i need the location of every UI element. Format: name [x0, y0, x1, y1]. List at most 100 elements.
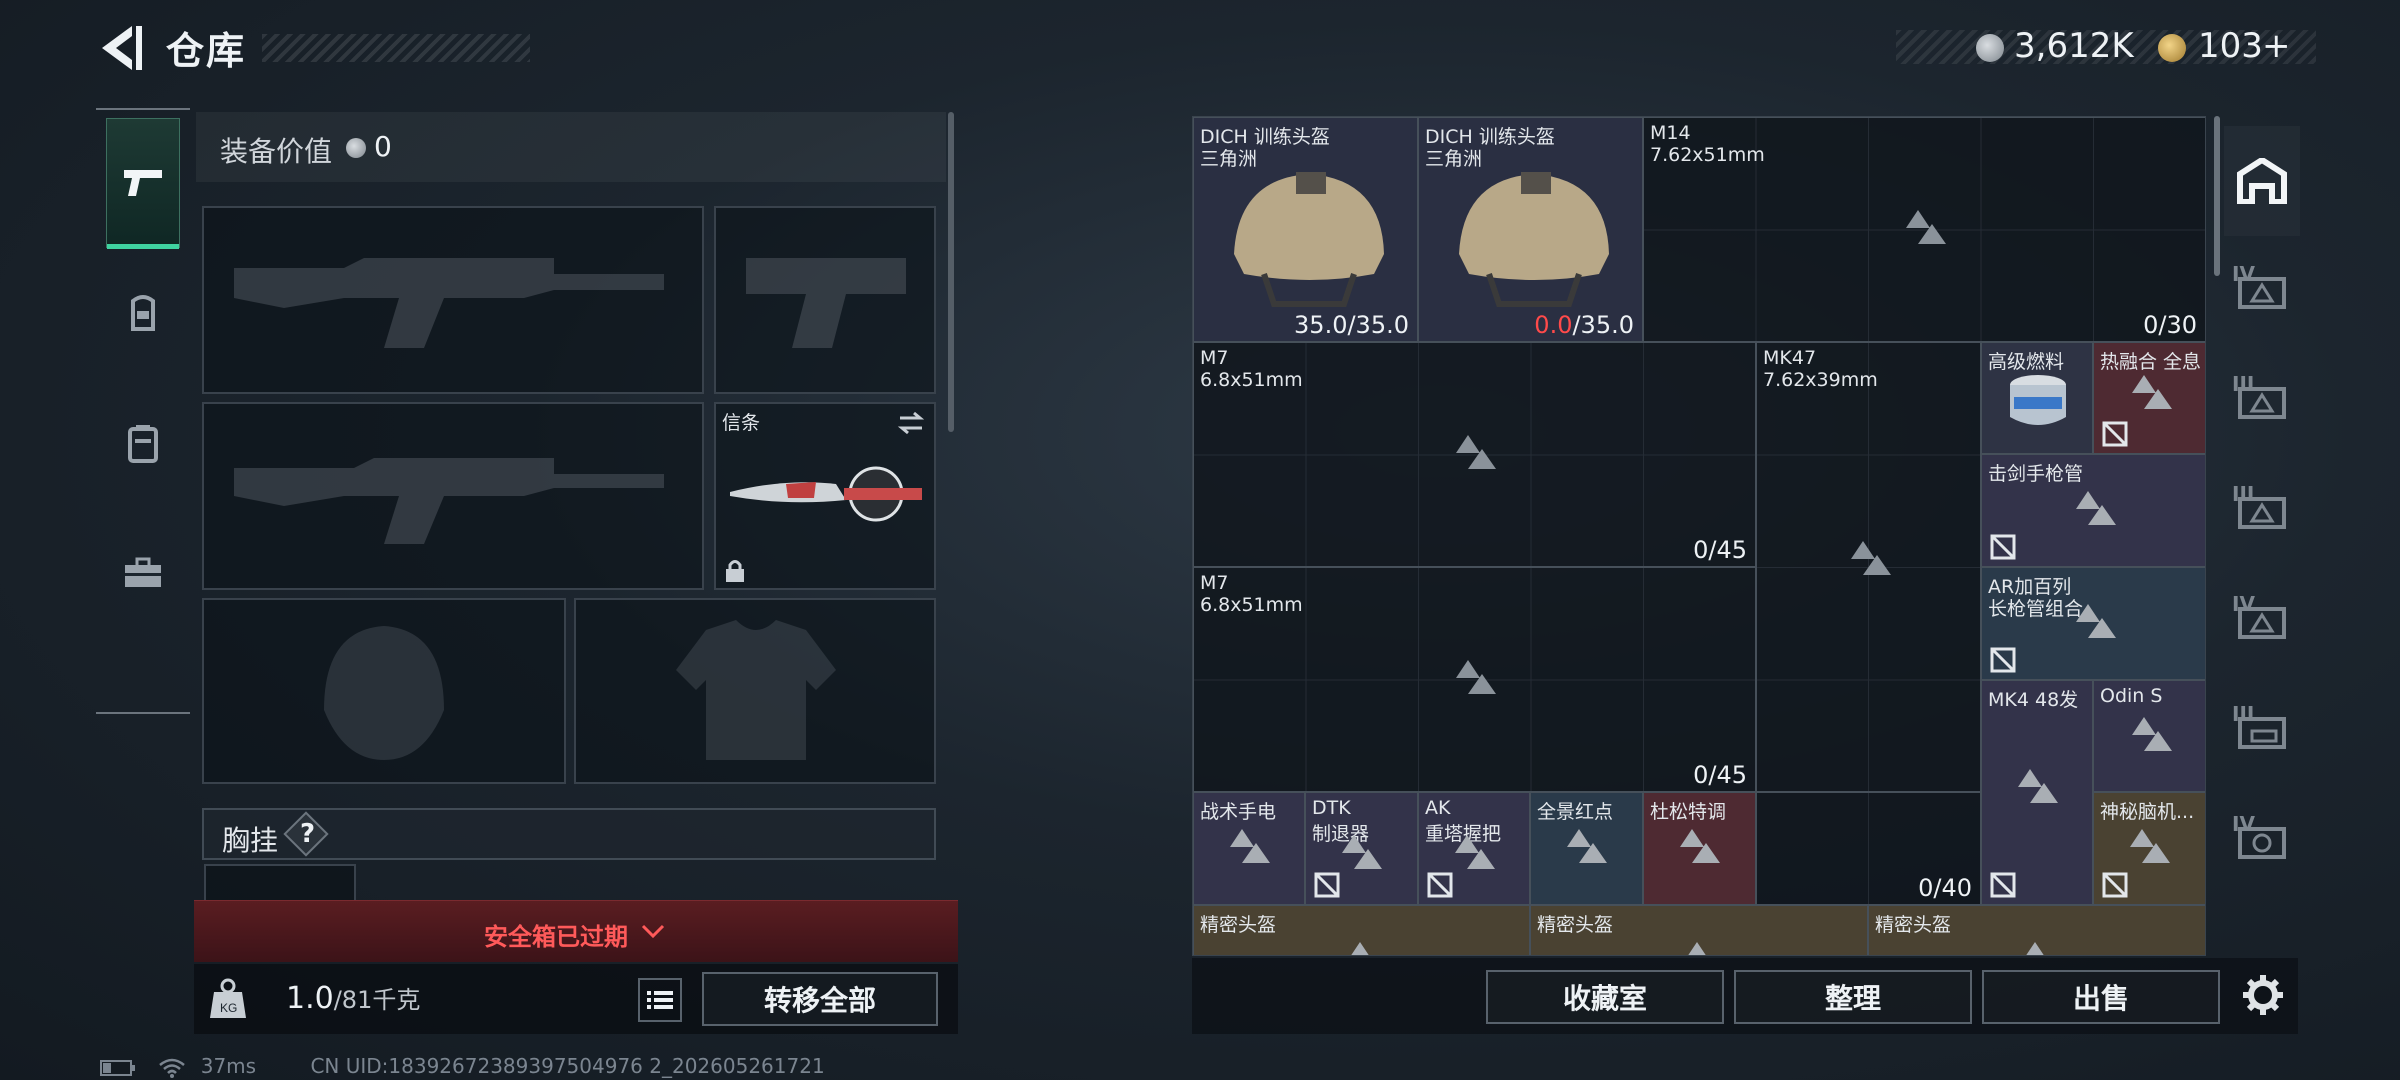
placeholder-icon [2130, 829, 2170, 863]
coin-icon [346, 138, 366, 158]
nav-armor[interactable] [106, 248, 180, 378]
weight-icon: KG [208, 976, 252, 1020]
helmet-icon [1234, 172, 1384, 307]
no-insurance-icon [1314, 872, 1340, 898]
grid-item[interactable]: 击剑手枪管 [1981, 454, 2205, 567]
sell-button[interactable]: 出售 [1982, 970, 2220, 1024]
stash-tabs: IV III III IV III IV [2224, 116, 2300, 1036]
knife-icon [730, 466, 922, 522]
grid-scrollbar[interactable] [2214, 116, 2220, 276]
placeholder-icon [2026, 942, 2044, 955]
grid-item[interactable]: 神秘脑机... [2093, 792, 2205, 905]
collection-button[interactable]: 收藏室 [1486, 970, 1724, 1024]
grid-item[interactable]: 0/40 [1756, 792, 1981, 905]
home-icon [2237, 158, 2287, 204]
grid-item[interactable]: 精密头盔 [1193, 905, 1530, 955]
grid-item[interactable]: DICH 训练头盔 三角洲 35.0/35.0 [1193, 117, 1418, 342]
armor-silhouette-icon [676, 620, 836, 760]
vest-icon [128, 425, 158, 463]
placeholder-icon [1567, 829, 1607, 863]
helmet-slot[interactable] [202, 598, 566, 784]
grid-item[interactable]: M7 6.8x51mm 0/45 [1193, 342, 1756, 567]
grid-item[interactable]: AR加百列 长枪管组合 [1981, 567, 2205, 680]
tab-case-2[interactable]: III [2224, 346, 2300, 456]
durability: 0.0/35.0 [1534, 311, 1634, 339]
placeholder-icon [2132, 375, 2172, 409]
nav-rig[interactable] [106, 378, 180, 508]
grid-item[interactable]: M7 6.8x51mm 0/45 [1193, 567, 1756, 792]
briefcase-icon [125, 557, 161, 587]
tab-all[interactable] [2224, 126, 2300, 236]
chest-rig-slot[interactable] [204, 864, 356, 900]
knife-label: 信条 [722, 412, 761, 434]
weight-current: 1.0 [286, 981, 334, 1016]
grid-item[interactable]: 全景红点 [1530, 792, 1643, 905]
grid-item[interactable]: M14 7.62x51mm 0/30 [1643, 117, 2205, 342]
grid-item[interactable]: MK47 7.62x39mm [1756, 342, 1981, 792]
stash-footer: 收藏室 整理 出售 [1192, 958, 2298, 1034]
grid-item[interactable]: 战术手电 [1193, 792, 1305, 905]
grid-item[interactable]: 高级燃料 [1981, 342, 2093, 454]
help-icon[interactable]: ? [300, 819, 315, 849]
helmet-icon [1459, 172, 1609, 307]
pistol-slot[interactable] [714, 206, 936, 394]
scrollbar[interactable] [948, 112, 954, 432]
back-button[interactable] [96, 22, 146, 74]
no-insurance-icon [2102, 421, 2128, 447]
inventory-footer: KG 1.0/81千克 转移全部 [194, 964, 958, 1034]
placeholder-icon [2018, 769, 2058, 803]
grid-item[interactable]: DICH 训练头盔 三角洲 0.0/35.0 [1418, 117, 1643, 342]
no-insurance-icon [1427, 872, 1453, 898]
grid-item[interactable]: 精密头盔 [1530, 905, 1868, 955]
armor-slot[interactable] [574, 598, 936, 784]
wifi-icon [159, 1058, 186, 1078]
lock-icon [726, 560, 744, 582]
no-insurance-icon [2102, 872, 2128, 898]
nav-case[interactable] [106, 508, 180, 638]
tab-case-3[interactable]: III [2224, 456, 2300, 566]
safebox-expired-text: 安全箱已过期 [484, 923, 628, 951]
list-view-button[interactable] [638, 978, 682, 1022]
placeholder-icon [1456, 660, 1496, 694]
transfer-all-button[interactable]: 转移全部 [702, 972, 938, 1026]
grid-item[interactable]: MK4 48发 [1981, 680, 2093, 905]
stash-grid[interactable]: DICH 训练头盔 三角洲 35.0/35.0 DICH 训练头盔 三角洲 0.0/… [1192, 116, 2206, 956]
placeholder-icon [1680, 829, 1720, 863]
safebox-expired-bar[interactable]: 安全箱已过期 [194, 900, 958, 962]
token-plus[interactable]: + [2262, 26, 2291, 66]
currency-display: 3,612K 103 + [1896, 26, 2316, 68]
chest-rig-label: 胸挂 [222, 824, 279, 857]
sort-button[interactable]: 整理 [1734, 970, 1972, 1024]
nav-weapons[interactable] [106, 118, 180, 249]
secondary-weapon-slot[interactable] [202, 402, 704, 590]
battery-icon [100, 1059, 135, 1076]
grid-item[interactable]: 热融合 全息 [2093, 342, 2205, 454]
equip-value: 0 [374, 130, 392, 163]
tab-case-4[interactable]: IV [2224, 566, 2300, 676]
helmet-silhouette-icon [324, 626, 444, 760]
knife-slot[interactable]: 信条 [714, 402, 936, 590]
equip-value-bar: 装备价值 0 [196, 112, 946, 182]
placeholder-icon [1351, 942, 1369, 955]
tab-case-6[interactable]: IV [2224, 786, 2300, 896]
rifle-silhouette-icon [234, 258, 664, 348]
placeholder-icon [1688, 942, 1706, 955]
token-icon [2158, 34, 2186, 62]
placeholder-icon [1342, 835, 1382, 869]
tab-case-1[interactable]: IV [2224, 236, 2300, 346]
swap-icon[interactable] [896, 410, 926, 436]
primary-weapon-slot[interactable] [202, 206, 704, 394]
grid-item[interactable]: 杜松特调 [1643, 792, 1756, 905]
grid-item[interactable]: 精密头盔 [1868, 905, 2205, 955]
grid-item[interactable]: DTK 制退器 [1305, 792, 1418, 905]
grid-item[interactable]: AK 重塔握把 [1418, 792, 1530, 905]
placeholder-icon [1230, 829, 1270, 863]
placeholder-icon [1456, 435, 1496, 469]
grid-item[interactable]: Odin S [2093, 680, 2205, 792]
chest-rig-bar[interactable]: 胸挂 ? [202, 808, 936, 860]
list-icon [647, 991, 673, 1009]
tab-case-5[interactable]: III [2224, 676, 2300, 786]
back-arrow-icon [102, 26, 142, 70]
no-insurance-icon [1990, 647, 2016, 673]
page-title: 仓库 [166, 29, 247, 73]
